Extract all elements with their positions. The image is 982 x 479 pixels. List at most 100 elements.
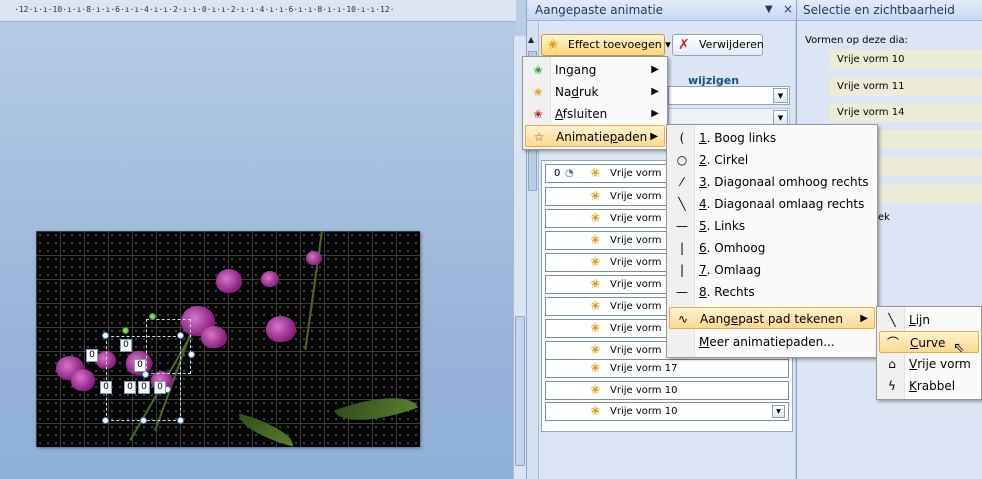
scrollbar-thumb[interactable] <box>515 316 525 466</box>
chevron-down-icon: ▼ <box>773 110 788 125</box>
draw-custom-path-menu: ╲ Lijn ⌒ Curve ⌂ Vrije vorm ϟ Krabbel <box>876 306 982 400</box>
menu-item-line[interactable]: ╲ Lijn <box>879 309 979 331</box>
entrance-star-icon: ✬ <box>532 63 544 77</box>
pane-title: Aangepaste animatie <box>535 3 664 17</box>
menu-item-scribble[interactable]: ϟ Krabbel <box>879 375 979 397</box>
menu-item-entrance[interactable]: ✬ Ingang ▶ <box>525 59 665 81</box>
line-right-icon: — <box>676 285 688 299</box>
pane-close-icon[interactable]: × <box>783 2 793 16</box>
shape-list-item[interactable]: Vrije vorm 11 <box>829 77 982 96</box>
menu-item-label: 3. Diagonaal omhoog rechts <box>699 175 869 189</box>
scroll-up-icon[interactable]: ▲ <box>528 35 534 44</box>
chevron-down-icon[interactable]: ▼ <box>772 405 785 418</box>
add-effect-menu: ✬ Ingang ▶ ✬ Nadruk ▶ ✬ Afsluiten ▶ ☆ An… <box>522 56 668 150</box>
animation-order-tag[interactable]: 0 <box>124 381 136 394</box>
animation-order-tag[interactable]: 0 <box>120 339 132 352</box>
remove-button[interactable]: ✗ Verwijderen <box>672 34 764 56</box>
resize-handle[interactable] <box>177 417 184 424</box>
path-effect-icon: ✬ <box>590 166 601 181</box>
circle-icon: ○ <box>676 153 688 167</box>
menu-item-right[interactable]: — 8. Rechts <box>669 281 875 303</box>
submenu-arrow-icon: ▶ <box>650 131 658 142</box>
animation-item-label: Vrije vorm 1 <box>610 279 672 290</box>
resize-handle[interactable] <box>177 332 184 339</box>
diagonal-down-icon: ╲ <box>678 197 686 211</box>
path-effect-icon: ✬ <box>590 233 601 248</box>
path-effect-icon: ✬ <box>590 277 601 292</box>
pane-options-dropdown-icon[interactable]: ▼ <box>765 4 773 15</box>
shapes-on-slide-label: Vormen op deze dia: <box>805 35 908 46</box>
animation-item-label: Vrije vorm 17 <box>610 363 678 374</box>
menu-item-exit[interactable]: ✬ Afsluiten ▶ <box>525 103 665 125</box>
animation-order-tag[interactable]: 0 <box>138 381 150 394</box>
menu-item-label: 1. Boog links <box>699 131 777 145</box>
path-effect-icon: ✬ <box>590 343 601 358</box>
menu-item-circle[interactable]: ○ 2. Cirkel <box>669 149 875 171</box>
orchid-flower <box>266 316 296 342</box>
menu-item-down[interactable]: | 7. Omlaag <box>669 259 875 281</box>
menu-item-up[interactable]: | 6. Omhoog <box>669 237 875 259</box>
diagonal-up-icon: ⁄ <box>680 175 683 189</box>
freeform-tool-icon: ⌂ <box>888 357 896 371</box>
animation-item-label: Vrije vorm 1 <box>610 235 672 246</box>
animation-list-item[interactable]: ✬ Vrije vorm 17 <box>545 359 789 378</box>
mouse-pointer-icon: ⇖ <box>953 340 965 356</box>
resize-handle[interactable] <box>142 371 149 378</box>
animation-order-tag[interactable]: 0 <box>154 381 166 394</box>
remove-effect-icon: ✗ <box>678 37 690 53</box>
menu-item-left[interactable]: — 5. Links <box>669 215 875 237</box>
path-effect-icon: ✬ <box>590 404 601 419</box>
start-combo[interactable]: ▼ <box>668 86 790 105</box>
path-effect-icon: ✬ <box>590 361 601 376</box>
resize-handle[interactable] <box>102 332 109 339</box>
shape-list-item[interactable]: Vrije vorm 10 <box>829 50 982 69</box>
menu-item-label: 4. Diagonaal omlaag rechts <box>699 197 865 211</box>
menu-item-arc-left[interactable]: ( 1. Boog links <box>669 127 875 149</box>
menu-item-label: Curve <box>910 336 946 350</box>
chevron-down-icon[interactable]: ▼ <box>773 88 788 103</box>
line-left-icon: — <box>676 219 688 233</box>
rotation-handle[interactable] <box>149 313 156 320</box>
resize-handle[interactable] <box>102 417 109 424</box>
rotation-handle[interactable] <box>122 327 129 334</box>
menu-item-label: Nadruk <box>555 85 599 99</box>
clock-icon: ◔ <box>565 168 574 179</box>
menu-item-emphasis[interactable]: ✬ Nadruk ▶ <box>525 81 665 103</box>
animation-list-item[interactable]: ✬ Vrije vorm 10 ▼ <box>545 402 789 421</box>
menu-item-draw-custom-path[interactable]: ∿ Aangepast pad tekenen ▶ <box>669 307 875 329</box>
animation-list-item[interactable]: ✬ Vrije vorm 10 <box>545 381 789 400</box>
menu-item-label: Krabbel <box>909 379 956 393</box>
orchid-flower <box>306 251 322 265</box>
submenu-arrow-icon: ▶ <box>651 64 659 75</box>
animation-order-tag[interactable]: 0 <box>86 349 98 362</box>
menu-item-more-motion-paths[interactable]: Meer animatiepaden... <box>669 331 875 353</box>
resize-handle[interactable] <box>140 417 147 424</box>
add-effect-button[interactable]: ✬ Effect toevoegen ▾ <box>541 34 671 56</box>
submenu-arrow-icon: ▶ <box>651 108 659 119</box>
animation-item-label: Vrije vorm 1 <box>610 257 672 268</box>
animation-order-tag[interactable]: 0 <box>134 359 146 372</box>
path-effect-icon: ✬ <box>590 383 601 398</box>
menu-item-diagonal-down-right[interactable]: ╲ 4. Diagonaal omlaag rechts <box>669 193 875 215</box>
menu-item-diagonal-up-right[interactable]: ⁄ 3. Diagonaal omhoog rechts <box>669 171 875 193</box>
animation-order-tag[interactable]: 0 <box>100 381 112 394</box>
path-effect-icon: ✬ <box>590 211 601 226</box>
menu-item-label: Ingang <box>555 63 597 77</box>
shape-selection-box[interactable] <box>146 319 191 374</box>
resize-handle[interactable] <box>188 351 195 358</box>
exit-star-icon: ✬ <box>532 107 544 121</box>
orchid-flower <box>71 369 95 391</box>
path-effect-icon: ✬ <box>590 299 601 314</box>
slide-canvas[interactable]: 0 0 0 0 0 0 0 <box>36 231 420 447</box>
chevron-down-icon: ▾ <box>665 38 671 51</box>
menu-item-label: 2. Cirkel <box>699 153 749 167</box>
orchid-flower <box>261 271 279 287</box>
shape-list-item[interactable]: Vrije vorm 14 <box>829 103 982 122</box>
add-effect-star-icon: ✬ <box>547 37 559 53</box>
menu-item-freeform[interactable]: ⌂ Vrije vorm <box>879 353 979 375</box>
menu-item-motion-paths[interactable]: ☆ Animatiepaden ▶ <box>525 125 665 147</box>
remove-label: Verwijderen <box>699 38 764 51</box>
motion-path-star-icon: ☆ <box>533 130 545 144</box>
animation-order-number: 0 <box>554 168 561 179</box>
selection-pane-title: Selectie en zichtbaarheid <box>803 3 955 17</box>
